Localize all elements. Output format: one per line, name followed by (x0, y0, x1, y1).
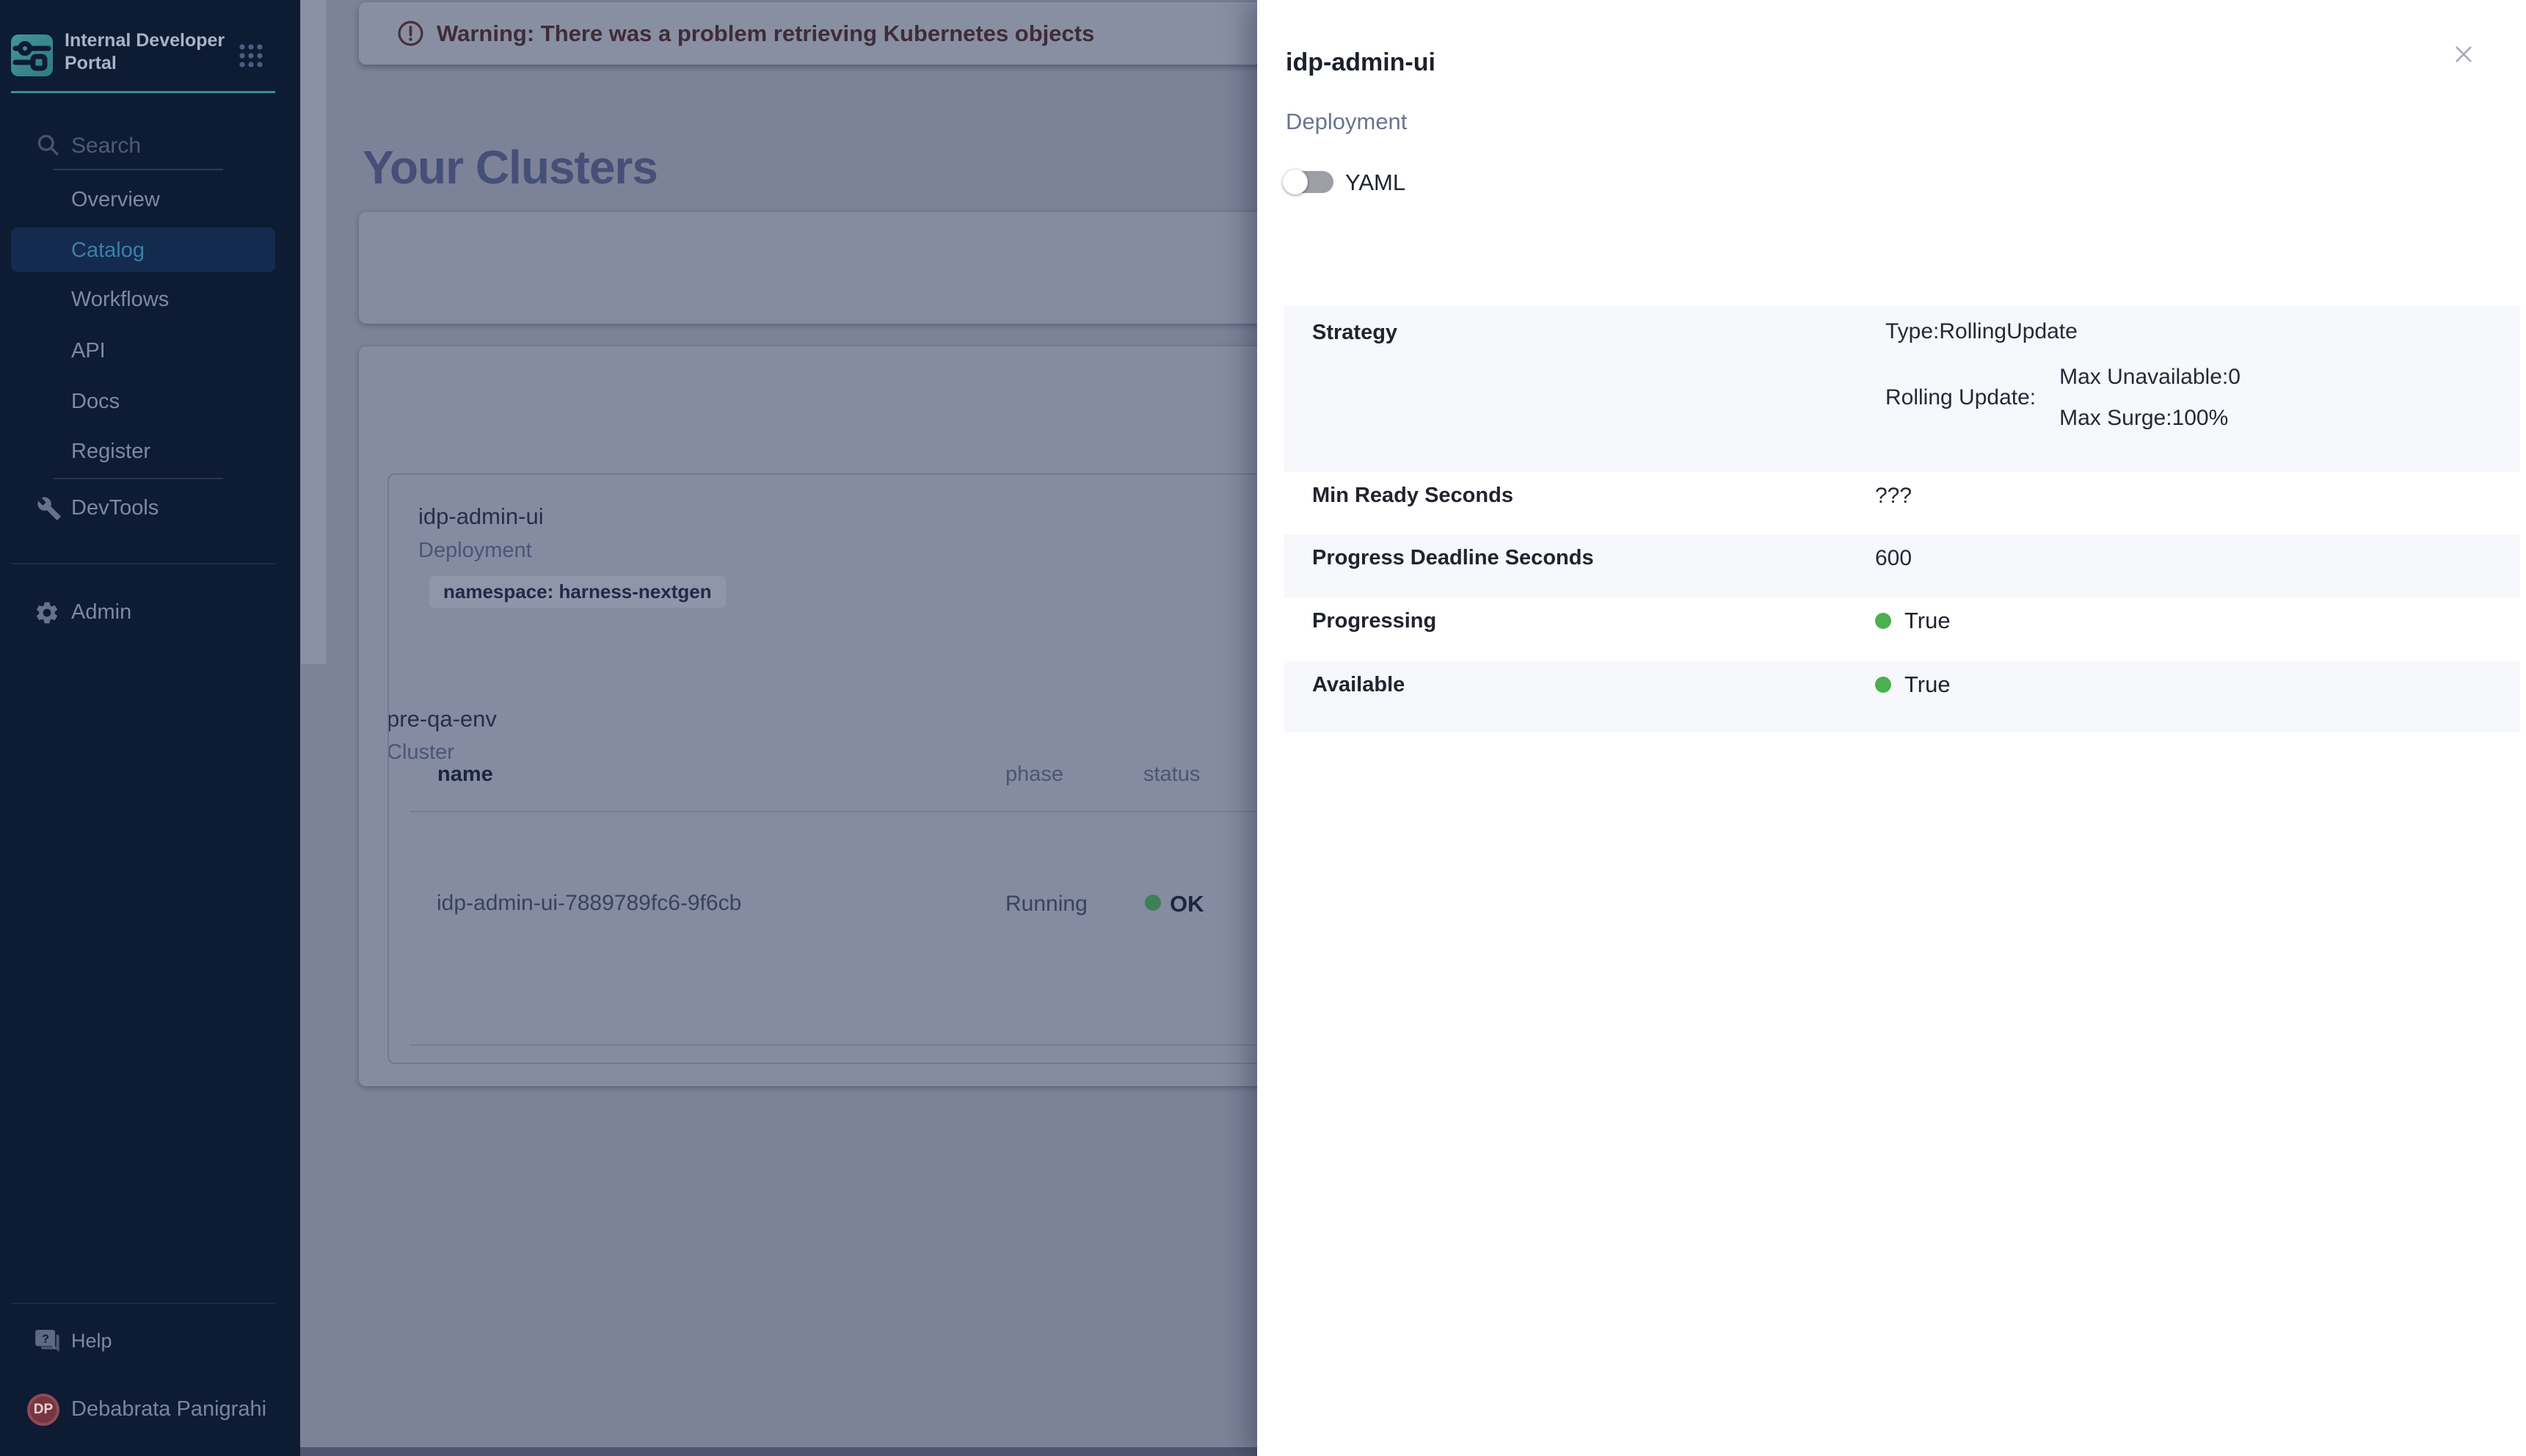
sidebar-item-admin[interactable]: Admin (71, 600, 131, 625)
detail-label: Min Ready Seconds (1312, 484, 1513, 508)
warning-banner: Warning: There was a problem retrieving … (359, 2, 1257, 65)
namespace-chip: namespace: harness-nextgen (429, 576, 726, 608)
user-name[interactable]: Debabrata Panigrahi (71, 1397, 266, 1422)
gear-icon (34, 600, 60, 626)
detail-value: True (1904, 608, 1951, 634)
sidebar-item-register[interactable]: Register (71, 439, 150, 464)
cluster-card-qa-env[interactable]: qa-env Cluster (359, 212, 1257, 324)
sidebar-section-divider (54, 478, 223, 479)
detail-row-available: Available True (1284, 661, 2520, 732)
main-scrollbar-thumb-horizontal[interactable] (300, 1447, 1257, 1456)
column-header-status[interactable]: status (1143, 762, 1200, 787)
sidebar-divider-accent (11, 91, 275, 93)
table-divider (410, 811, 1257, 812)
pod-status: OK (1170, 891, 1204, 917)
cluster-card-pre-qa-env[interactable]: pre-qa-env Cluster idp-admin-ui Deployme… (359, 346, 1257, 1086)
svg-text:?: ? (42, 1333, 49, 1345)
sidebar-item-workflows[interactable]: Workflows (71, 287, 169, 312)
table-divider (410, 1044, 1257, 1046)
search-input: Search (71, 134, 141, 159)
sidebar-section-divider (11, 563, 276, 564)
avatar[interactable]: DP (27, 1394, 59, 1426)
deployment-details-table: Strategy Type:RollingUpdate Rolling Upda… (1284, 306, 2520, 732)
detail-label: Progress Deadline Seconds (1312, 546, 1594, 570)
drawer-title: idp-admin-ui (1286, 48, 1435, 77)
details-drawer: idp-admin-ui Deployment YAML Strategy Ty… (1257, 0, 2526, 1456)
detail-label: Progressing (1312, 609, 1436, 633)
close-x-icon (2452, 43, 2475, 66)
sidebar-item-overview[interactable]: Overview (71, 187, 160, 212)
sidebar-search[interactable]: Search (0, 129, 300, 173)
sidebar-item-catalog[interactable]: Catalog (71, 238, 145, 263)
detail-row-progressing: Progressing True (1284, 597, 2520, 661)
drawer-subtitle: Deployment (1286, 109, 1407, 135)
detail-label: Available (1312, 673, 1405, 697)
pod-name: idp-admin-ui-7889789fc6-9f6cb (437, 891, 741, 916)
deployment-kind: Deployment (418, 539, 532, 563)
help-chat-icon: ? (33, 1328, 61, 1355)
detail-row-min-ready-seconds: Min Ready Seconds ??? (1284, 472, 2520, 534)
detail-row-strategy: Strategy Type:RollingUpdate Rolling Upda… (1284, 306, 2520, 472)
brand-title: Internal Developer Portal (65, 29, 237, 75)
sidebar-item-devtools[interactable]: DevTools (71, 495, 159, 520)
status-dot (1875, 613, 1891, 629)
warning-circle-icon (397, 20, 424, 47)
yaml-toggle[interactable] (1284, 171, 1333, 193)
detail-value: True (1904, 671, 1951, 698)
idp-logo-icon (11, 34, 53, 76)
detail-label: Strategy (1312, 321, 1397, 345)
apps-grid-icon[interactable] (238, 43, 264, 69)
sidebar-section-divider (11, 1303, 276, 1304)
sidebar-item-api[interactable]: API (71, 338, 106, 363)
sidebar-item-docs[interactable]: Docs (71, 389, 120, 414)
main-content-dimmed[interactable]: Warning: There was a problem retrieving … (300, 0, 1257, 1456)
main-scrollbar-thumb-vertical[interactable] (301, 0, 326, 664)
strategy-value: Type:RollingUpdate Rolling Update: Max U… (1875, 319, 2241, 431)
column-header-name[interactable]: name (437, 762, 493, 787)
status-dot (1145, 895, 1161, 911)
detail-row-progress-deadline-seconds: Progress Deadline Seconds 600 (1284, 534, 2520, 597)
search-underline (54, 169, 223, 170)
strategy-type: Type:RollingUpdate (1885, 319, 2241, 344)
max-surge: Max Surge:100% (2059, 406, 2241, 431)
warning-banner-text: Warning: There was a problem retrieving … (437, 21, 1094, 47)
deployment-name: idp-admin-ui (418, 503, 544, 530)
app-root: Internal Developer Portal Search Overvie… (0, 0, 2526, 1456)
detail-value: 600 (1875, 546, 1912, 571)
status-dot (1875, 677, 1891, 693)
column-header-phase[interactable]: phase (1005, 762, 1063, 787)
yaml-toggle-knob (1283, 170, 1308, 194)
close-button[interactable] (2446, 37, 2481, 72)
deployment-card-idp-admin-ui[interactable]: idp-admin-ui Deployment namespace: harne… (387, 473, 1257, 1064)
yaml-toggle-label: YAML (1345, 171, 1405, 194)
search-icon (34, 131, 61, 158)
rolling-update-label: Rolling Update: (1885, 385, 2036, 410)
sidebar-item-help[interactable]: Help (71, 1328, 112, 1353)
detail-value: ??? (1875, 484, 1912, 509)
wrench-icon (37, 496, 62, 521)
sidebar: Internal Developer Portal Search Overvie… (0, 0, 300, 1456)
page-title: Your Clusters (363, 140, 658, 194)
max-unavailable: Max Unavailable:0 (2059, 365, 2241, 390)
pod-phase: Running (1005, 892, 1088, 917)
